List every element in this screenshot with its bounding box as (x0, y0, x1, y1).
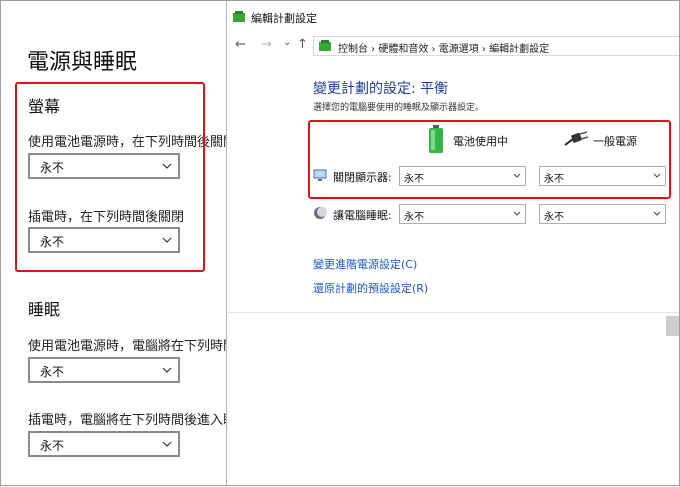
image-border (0, 0, 680, 486)
